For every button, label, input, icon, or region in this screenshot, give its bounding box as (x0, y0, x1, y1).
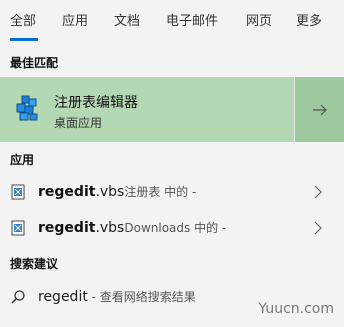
tab-all-label: 全部 (10, 14, 37, 29)
tab-web[interactable]: 网页 (246, 0, 296, 29)
best-match-heading: 最佳匹配 (10, 56, 59, 70)
app-2-location: Downloads 中的 - (124, 221, 227, 235)
active-tab-indicator (10, 38, 38, 41)
apps-heading: 应用 (10, 153, 35, 167)
best-match-title: 注册表编辑器 (54, 95, 138, 111)
tab-apps-label: 应用 (62, 14, 89, 29)
search-suggestions-heading: 搜索建议 (10, 257, 59, 271)
vbs-file-icon (11, 220, 25, 236)
tab-documents-label: 文档 (114, 14, 141, 29)
tab-email[interactable]: 电子邮件 (166, 0, 246, 29)
tab-email-label: 电子邮件 (166, 14, 219, 29)
app-2-label: regedit.vbsDownloads 中的 - (38, 219, 226, 236)
chevron-right-icon[interactable] (312, 184, 324, 200)
suggestion-query: regedit (38, 289, 88, 305)
list-item-app-1[interactable]: regedit.vbs注册表 中的 - (0, 174, 344, 210)
app-1-label: regedit.vbs注册表 中的 - (38, 183, 196, 200)
best-match-subtitle: 桌面应用 (54, 116, 103, 130)
app-1-ext: .vbs (95, 184, 125, 200)
app-1-location: 注册表 中的 - (124, 185, 197, 199)
list-item-app-2[interactable]: regedit.vbsDownloads 中的 - (0, 210, 344, 246)
arrow-right-icon (312, 104, 327, 115)
tab-apps[interactable]: 应用 (62, 0, 114, 29)
search-icon (11, 290, 25, 304)
best-match-item[interactable]: 注册表编辑器 桌面应用 (0, 77, 294, 142)
app-2-ext: .vbs (95, 220, 125, 236)
app-1-name: regedit (38, 184, 96, 200)
app-2-name: regedit (38, 220, 96, 236)
tab-more-label: 更多 (296, 14, 323, 29)
suggestion-label: regedit - 查看网络搜索结果 (38, 288, 196, 305)
tab-all[interactable]: 全部 (10, 0, 62, 41)
watermark: Yuucn.com (258, 301, 334, 317)
open-details-button[interactable] (294, 77, 344, 142)
tab-web-label: 网页 (246, 14, 273, 29)
chevron-right-icon[interactable] (312, 220, 324, 236)
vbs-file-icon (11, 184, 25, 200)
search-tabs: 全部 应用 文档 电子邮件 网页 更多 (0, 0, 344, 46)
registry-editor-icon (16, 95, 38, 121)
suggestion-hint: - 查看网络搜索结果 (87, 290, 196, 304)
tab-documents[interactable]: 文档 (114, 0, 166, 29)
tab-more[interactable]: 更多 (296, 0, 340, 29)
